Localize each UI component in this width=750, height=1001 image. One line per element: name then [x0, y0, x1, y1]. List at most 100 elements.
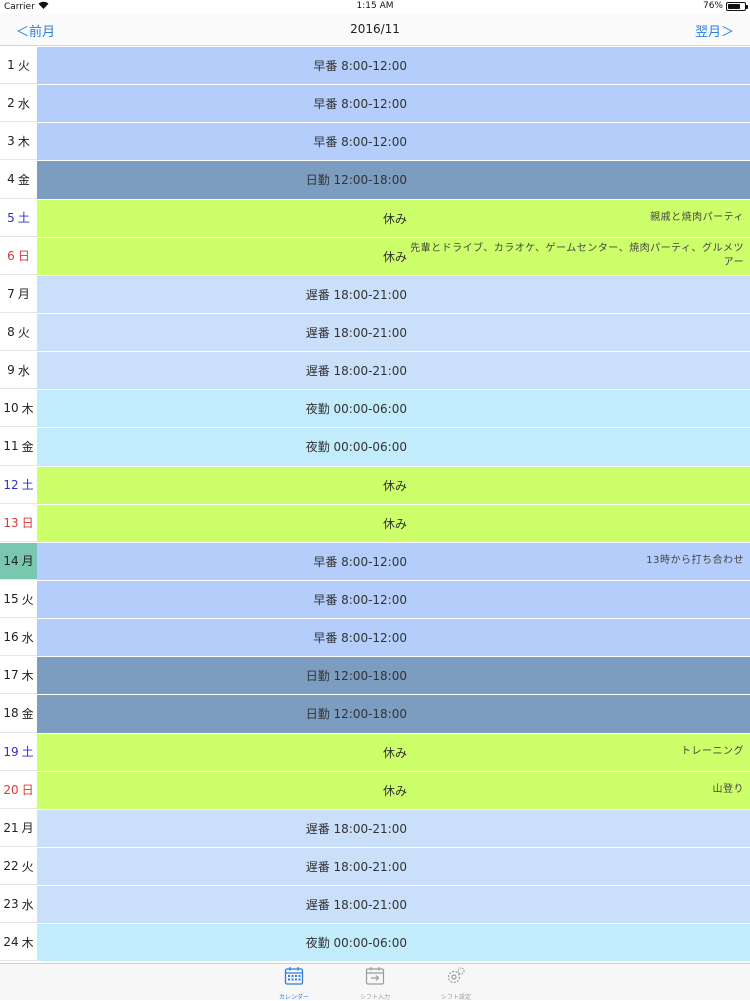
shift-cell[interactable]: 日勤 12:00-18:00: [37, 657, 750, 695]
schedule-row[interactable]: 1 火 早番 8:00-12:00: [0, 47, 750, 86]
memo-text: 親戚と焼肉パーティ: [650, 212, 744, 224]
schedule-row[interactable]: 4 金 日勤 12:00-18:00: [0, 161, 750, 200]
weekday-label: 木: [21, 401, 34, 416]
schedule-row[interactable]: 8 火 遅番 18:00-21:00: [0, 313, 750, 353]
memo-text: 13時から打ち合わせ: [646, 555, 744, 567]
weekday-label: 土: [17, 211, 30, 226]
shift-cell[interactable]: 休み: [37, 466, 750, 504]
weekday-label: 日: [17, 249, 30, 264]
weekday-label: 金: [21, 439, 34, 454]
schedule-row[interactable]: 7 月 遅番 18:00-21:00: [0, 275, 750, 314]
schedule-row[interactable]: 2 水 早番 8:00-12:00: [0, 85, 750, 124]
shift-cell[interactable]: 休み 先輩とドライブ、カラオケ、ゲームセンター、焼肉パーティ、グルメツアー: [37, 237, 750, 275]
weekday-label: 木: [21, 668, 34, 683]
weekday-label: 火: [21, 859, 34, 874]
shift-cell[interactable]: 休み 親戚と焼肉パーティ: [37, 199, 750, 237]
shift-cell[interactable]: 休み トレーニング: [37, 733, 750, 771]
schedule-row[interactable]: 9 水 遅番 18:00-21:00: [0, 352, 750, 391]
day-number: 2: [7, 96, 15, 111]
shift-cell[interactable]: 日勤 12:00-18:00: [37, 695, 750, 733]
schedule-row[interactable]: 6 日休み 先輩とドライブ、カラオケ、ゲームセンター、焼肉パーティ、グルメツアー: [0, 237, 750, 276]
shift-cell[interactable]: 早番 8:00-12:00: [37, 123, 750, 161]
weekday-label: 月: [21, 554, 34, 569]
shift-cell[interactable]: 早番 8:00-12:00 13時から打ち合わせ: [37, 542, 750, 580]
shift-cell[interactable]: 遅番 18:00-21:00: [37, 352, 750, 390]
day-number: 16: [3, 630, 19, 645]
day-number: 7: [7, 286, 15, 301]
day-number: 20: [3, 782, 19, 797]
weekday-label: 木: [17, 134, 30, 149]
shift-label: 早番 8:00-12:00: [313, 97, 407, 112]
shift-cell[interactable]: 遅番 18:00-21:00: [37, 275, 750, 313]
day-label: 23 水: [0, 886, 37, 924]
gear-icon: [446, 966, 466, 990]
schedule-row[interactable]: 23 水 遅番 18:00-21:00: [0, 886, 750, 925]
shift-cell[interactable]: 遅番 18:00-21:00: [37, 809, 750, 847]
day-label: 12 土: [0, 466, 37, 504]
shift-cell[interactable]: 早番 8:00-12:00: [37, 85, 750, 123]
shift-label: 夜勤 00:00-06:00: [305, 936, 407, 951]
schedule-row[interactable]: 20 日休み 山登り: [0, 771, 750, 810]
shift-list[interactable]: 1 火早番 8:00-12:00 2 水早番 8:00-12:00 3 木早番 8:00-…: [0, 47, 750, 963]
day-label: 21 月: [0, 809, 37, 847]
shift-cell[interactable]: 夜勤 00:00-06:00: [37, 428, 750, 466]
day-label: 7月: [0, 275, 37, 313]
schedule-row[interactable]: 11 金 夜勤 00:00-06:00: [0, 428, 750, 467]
shift-label: 早番 8:00-12:00: [313, 59, 407, 74]
schedule-row[interactable]: 18 金 日勤 12:00-18:00: [0, 695, 750, 734]
schedule-row[interactable]: 16 水 早番 8:00-12:00: [0, 619, 750, 658]
status-time: 1:15 AM: [356, 1, 394, 11]
day-number: 13: [3, 515, 19, 530]
shift-cell[interactable]: 遅番 18:00-21:00: [37, 313, 750, 352]
tab-shift-settings[interactable]: シフト設定: [426, 966, 486, 1001]
schedule-row[interactable]: 12 土 休み: [0, 466, 750, 505]
schedule-row[interactable]: 24 木 夜勤 00:00-06:00: [0, 924, 750, 963]
day-label: 2水: [0, 85, 37, 123]
schedule-row[interactable]: 3 木 早番 8:00-12:00: [0, 123, 750, 162]
shift-label: 早番 8:00-12:00: [313, 135, 407, 150]
weekday-label: 木: [21, 935, 34, 950]
weekday-label: 金: [21, 706, 34, 721]
shift-label: 早番 8:00-12:00: [313, 554, 407, 569]
weekday-label: 火: [17, 58, 30, 73]
schedule-row[interactable]: 14 月 早番 8:00-12:00 13時から打ち合わせ: [0, 542, 750, 581]
schedule-row[interactable]: 13 日 休み: [0, 504, 750, 543]
tab-shift-input[interactable]: シフト入力: [345, 966, 405, 1001]
schedule-row[interactable]: 5 土休み 親戚と焼肉パーティ: [0, 199, 750, 238]
weekday-label: 日: [21, 783, 34, 798]
shift-cell[interactable]: 早番 8:00-12:00: [37, 619, 750, 657]
day-number: 14: [3, 553, 19, 568]
shift-cell[interactable]: 夜勤 00:00-06:00: [37, 390, 750, 428]
tab-calendar[interactable]: カレンダー: [264, 966, 324, 1001]
day-label: 14 月: [0, 542, 37, 580]
navigation-bar: ＜前月 2016/11 翌月＞: [0, 14, 750, 46]
day-number: 11: [3, 439, 19, 454]
shift-cell[interactable]: 早番 8:00-12:00: [37, 47, 750, 85]
shift-cell[interactable]: 遅番 18:00-21:00: [37, 847, 750, 886]
schedule-row[interactable]: 17 木 日勤 12:00-18:00: [0, 657, 750, 696]
status-right: 76%: [702, 1, 748, 11]
shift-cell[interactable]: 早番 8:00-12:00: [37, 580, 750, 619]
battery-percent: 76%: [702, 1, 723, 11]
schedule-row[interactable]: 15 火 早番 8:00-12:00: [0, 580, 750, 620]
shift-cell[interactable]: 遅番 18:00-21:00: [37, 886, 750, 924]
day-label: 17 木: [0, 657, 37, 695]
day-number: 4: [7, 172, 15, 187]
memo-text: 山登り: [712, 784, 744, 796]
shift-label: 遅番 18:00-21:00: [305, 821, 407, 836]
schedule-row[interactable]: 22 火 遅番 18:00-21:00: [0, 847, 750, 887]
weekday-label: 月: [17, 287, 30, 302]
weekday-label: 土: [21, 745, 34, 760]
day-number: 19: [3, 744, 19, 759]
shift-cell[interactable]: 休み 山登り: [37, 771, 750, 809]
shift-cell[interactable]: 夜勤 00:00-06:00: [37, 924, 750, 962]
schedule-row[interactable]: 10 木 夜勤 00:00-06:00: [0, 390, 750, 429]
shift-cell[interactable]: 日勤 12:00-18:00: [37, 161, 750, 199]
schedule-row[interactable]: 21 月 遅番 18:00-21:00: [0, 809, 750, 848]
schedule-row[interactable]: 19 土休み トレーニング: [0, 733, 750, 772]
shift-cell[interactable]: 休み: [37, 504, 750, 542]
next-month-button[interactable]: 翌月＞: [695, 21, 734, 40]
shift-label: 夜勤 00:00-06:00: [305, 440, 407, 455]
day-label: 8火: [0, 313, 37, 352]
weekday-label: 水: [21, 897, 34, 912]
